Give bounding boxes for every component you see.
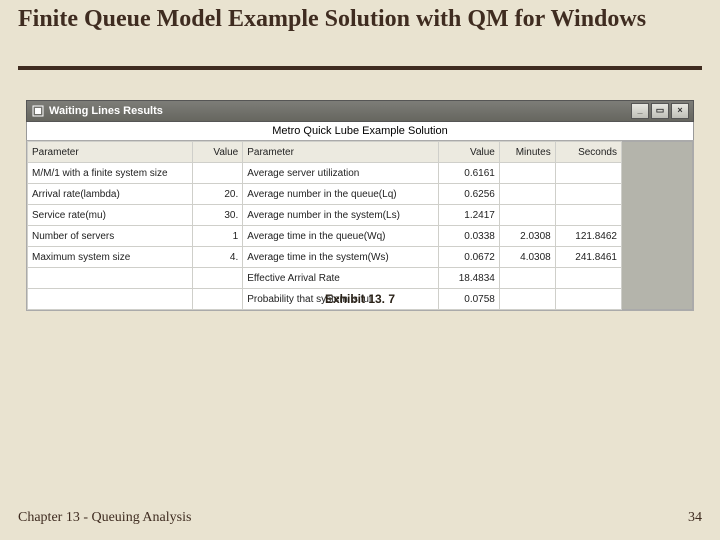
window-title: Waiting Lines Results [49,105,631,117]
cell-minutes [499,205,555,226]
window-icon [31,104,45,118]
cell-value-left: 30. [192,205,243,226]
results-table: Parameter Value Parameter Value Minutes … [27,141,622,310]
grid-slack-area [622,141,693,310]
cell-value-right: 18.4834 [438,268,499,289]
cell-param-left: Maximum system size [28,247,193,268]
title-rule [18,66,702,70]
table-row: Effective Arrival Rate 18.4834 [28,268,622,289]
cell-value-right: 1.2417 [438,205,499,226]
cell-param-left: Service rate(mu) [28,205,193,226]
cell-minutes: 4.0308 [499,247,555,268]
cell-value-left: 4. [192,247,243,268]
cell-param-right: Average server utilization [243,163,439,184]
cell-param-left: M/M/1 with a finite system size [28,163,193,184]
cell-seconds [555,205,621,226]
cell-param-right: Average time in the system(Ws) [243,247,439,268]
results-grid-wrap: Parameter Value Parameter Value Minutes … [26,140,694,311]
slide-title: Finite Queue Model Example Solution with… [18,6,702,32]
cell-seconds [555,184,621,205]
col-value-left: Value [192,142,243,163]
table-row: M/M/1 with a finite system size Average … [28,163,622,184]
cell-value-left: 1 [192,226,243,247]
cell-value-right: 0.6256 [438,184,499,205]
table-row: Service rate(mu) 30. Average number in t… [28,205,622,226]
minimize-button[interactable]: _ [631,103,649,119]
cell-param-left: Number of servers [28,226,193,247]
maximize-button[interactable]: ▭ [651,103,669,119]
table-row: Maximum system size 4. Average time in t… [28,247,622,268]
slide: Finite Queue Model Example Solution with… [0,0,720,540]
footer-left: Chapter 13 - Queuing Analysis [18,510,191,526]
cell-seconds: 241.8461 [555,247,621,268]
cell-minutes [499,163,555,184]
cell-value-left [192,268,243,289]
window-subtitle: Metro Quick Lube Example Solution [26,122,694,140]
table-row: Arrival rate(lambda) 20. Average number … [28,184,622,205]
col-parameter-right: Parameter [243,142,439,163]
cell-param-right: Effective Arrival Rate [243,268,439,289]
col-minutes: Minutes [499,142,555,163]
col-seconds: Seconds [555,142,621,163]
col-value-right: Value [438,142,499,163]
table-header-row: Parameter Value Parameter Value Minutes … [28,142,622,163]
titlebar: Waiting Lines Results _ ▭ × [26,100,694,122]
exhibit-caption: Exhibit 13. 7 [0,292,720,306]
cell-value-right: 0.0672 [438,247,499,268]
cell-param-right: Average number in the system(Ls) [243,205,439,226]
cell-seconds [555,268,621,289]
cell-param-left: Arrival rate(lambda) [28,184,193,205]
cell-minutes [499,184,555,205]
cell-seconds: 121.8462 [555,226,621,247]
cell-minutes [499,268,555,289]
cell-param-right: Average number in the queue(Lq) [243,184,439,205]
col-parameter-left: Parameter [28,142,193,163]
cell-seconds [555,163,621,184]
table-row: Number of servers 1 Average time in the … [28,226,622,247]
cell-param-right: Average time in the queue(Wq) [243,226,439,247]
cell-minutes: 2.0308 [499,226,555,247]
cell-param-left [28,268,193,289]
cell-value-right: 0.0338 [438,226,499,247]
page-number: 34 [688,510,702,526]
results-window: Waiting Lines Results _ ▭ × Metro Quick … [26,100,694,311]
close-button[interactable]: × [671,103,689,119]
cell-value-left: 20. [192,184,243,205]
cell-value-left [192,163,243,184]
cell-value-right: 0.6161 [438,163,499,184]
